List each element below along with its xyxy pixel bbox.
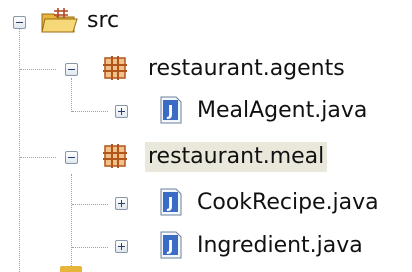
tree-item-package[interactable]: restaurant.meal xyxy=(50,141,390,175)
expand-toggle[interactable] xyxy=(115,197,128,210)
tree-item-label: Ingredient.java xyxy=(197,233,363,258)
svg-text:J: J xyxy=(167,237,174,255)
collapse-toggle[interactable] xyxy=(65,151,78,164)
collapse-toggle[interactable] xyxy=(13,16,26,29)
tree-item-label: restaurant.agents xyxy=(148,56,345,81)
java-file-icon: J xyxy=(160,231,182,263)
tree-item-label: src xyxy=(87,8,120,33)
tree-guide-root xyxy=(19,28,20,272)
tree-guide-meal xyxy=(71,174,72,272)
expand-toggle[interactable] xyxy=(115,105,128,118)
folder-icon xyxy=(60,266,82,272)
project-explorer-tree: src restaurant.agents J MealAgent.java r… xyxy=(0,0,412,272)
collapse-toggle[interactable] xyxy=(65,63,78,76)
expand-toggle[interactable] xyxy=(115,240,128,253)
java-file-icon: J xyxy=(160,188,182,220)
svg-text:J: J xyxy=(167,102,174,120)
package-icon xyxy=(102,143,128,173)
tree-item-label: MealAgent.java xyxy=(197,98,368,123)
svg-text:J: J xyxy=(167,194,174,212)
source-folder-icon xyxy=(40,6,84,40)
tree-item-java-file[interactable]: J CookRecipe.java xyxy=(100,187,410,221)
package-icon xyxy=(102,55,128,85)
tree-item-label: restaurant.meal xyxy=(145,142,328,172)
tree-item-package[interactable]: restaurant.agents xyxy=(50,53,390,87)
tree-item-label: CookRecipe.java xyxy=(197,190,379,215)
tree-item-src[interactable]: src xyxy=(0,6,140,40)
tree-item-java-file[interactable]: J Ingredient.java xyxy=(100,230,400,264)
java-file-icon: J xyxy=(160,96,182,128)
tree-item-java-file[interactable]: J MealAgent.java xyxy=(100,95,400,129)
